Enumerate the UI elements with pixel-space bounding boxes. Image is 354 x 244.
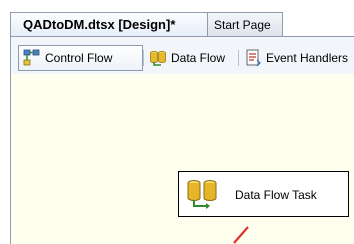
tab-start-page[interactable]: Start Page bbox=[207, 12, 283, 36]
designer-tab-bar: Control Flow Data Flow Event Handlers bbox=[10, 44, 354, 74]
design-canvas[interactable] bbox=[11, 74, 354, 244]
document-tab-strip: QADtoDM.dtsx [Design]* Start Page bbox=[0, 0, 354, 38]
data-flow-task[interactable]: Data Flow Task bbox=[178, 171, 349, 217]
tab-control-flow[interactable]: Control Flow bbox=[18, 45, 143, 71]
tab-label: Start Page bbox=[214, 18, 271, 32]
tab-label: Data Flow bbox=[171, 51, 226, 65]
tab-label: QADtoDM.dtsx [Design]* bbox=[23, 17, 176, 32]
task-label: Data Flow Task bbox=[235, 188, 317, 202]
data-flow-task-icon bbox=[187, 180, 217, 209]
tab-label: Control Flow bbox=[45, 51, 113, 65]
tab-label: Event Handlers bbox=[266, 51, 349, 65]
tab-separator bbox=[238, 50, 239, 66]
tab-data-flow[interactable]: Data Flow bbox=[145, 45, 225, 71]
control-flow-icon bbox=[23, 49, 40, 66]
tab-event-handlers[interactable]: Event Handlers bbox=[240, 45, 348, 71]
event-handlers-icon bbox=[246, 49, 261, 67]
data-flow-icon bbox=[150, 51, 166, 66]
tab-separator bbox=[143, 50, 144, 66]
tab-qadtodm-design[interactable]: QADtoDM.dtsx [Design]* bbox=[10, 12, 208, 36]
precedence-constraint-arrow[interactable] bbox=[228, 226, 250, 244]
